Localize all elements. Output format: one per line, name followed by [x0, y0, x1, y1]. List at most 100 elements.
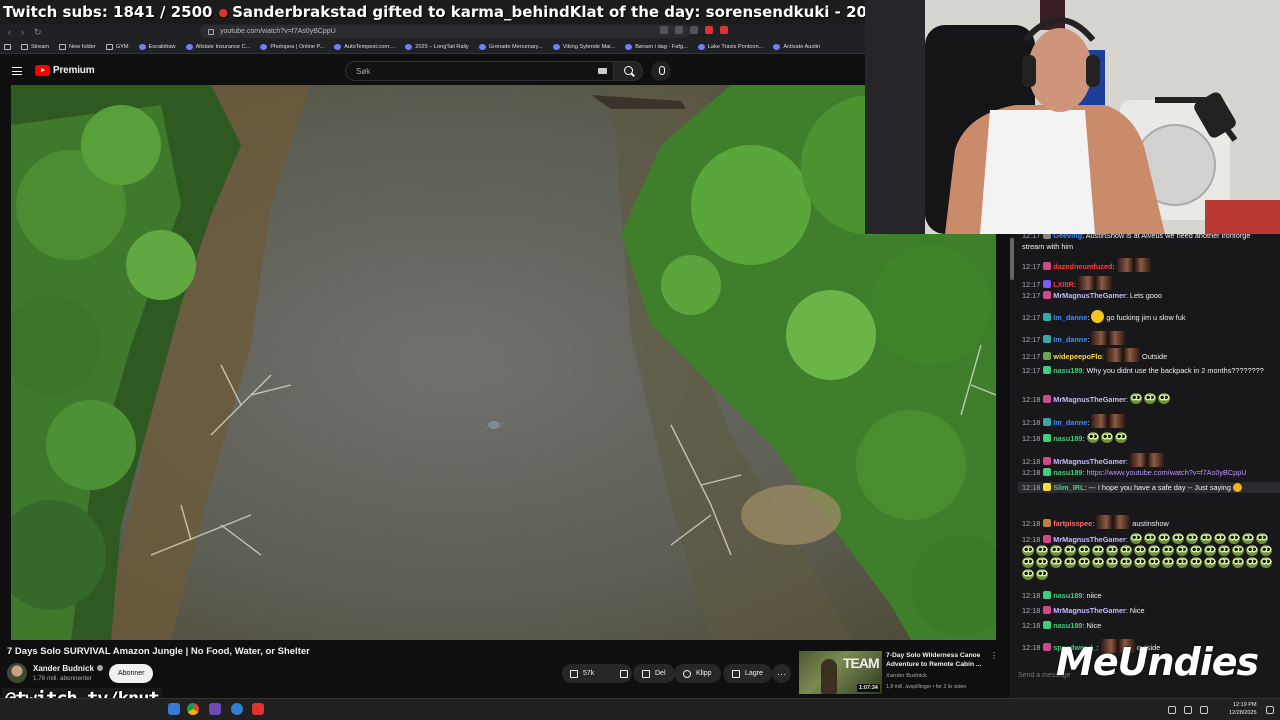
clock-date[interactable]: 12/28/2025: [1229, 710, 1257, 716]
goblin-emote-icon: [1199, 533, 1212, 544]
chat-username[interactable]: MrMagnusTheGamer: [1053, 395, 1126, 404]
volume-icon[interactable]: [1200, 706, 1208, 714]
reload-icon[interactable]: ↻: [34, 27, 42, 38]
bookmark-item[interactable]: Allstate Insurance C...: [185, 43, 250, 50]
chat-message: 12:17 LXIIIR:: [1022, 276, 1274, 290]
goblin-emote-icon: [1190, 545, 1202, 556]
chat-username[interactable]: nasu189: [1053, 434, 1082, 443]
chat-username[interactable]: nasu189: [1053, 366, 1082, 375]
star-icon[interactable]: [690, 26, 698, 34]
chat-username[interactable]: MrMagnusTheGamer: [1053, 291, 1126, 300]
video-player[interactable]: [11, 85, 996, 640]
chat-username[interactable]: Im_danne: [1053, 313, 1087, 322]
chevron-up-icon[interactable]: [1168, 706, 1176, 714]
goblin-emote-icon: [1106, 545, 1118, 556]
recommended-video-title[interactable]: 7-Day Solo Wilderness Canoe Adventure to…: [886, 651, 986, 669]
bookmark-label: Grenade Mercenary...: [488, 43, 543, 50]
more-actions-button[interactable]: ···: [772, 664, 791, 683]
clip-button[interactable]: Klipp: [674, 664, 721, 683]
chat-username[interactable]: dazedneumfuzed: [1053, 262, 1112, 271]
keyboard-icon[interactable]: [598, 68, 607, 74]
chat-username[interactable]: widepeepoFlo: [1053, 352, 1102, 361]
recommended-more-icon[interactable]: ⋮: [990, 651, 998, 660]
discord-icon[interactable]: [209, 703, 221, 715]
save-button[interactable]: Lagre: [723, 664, 772, 683]
youtube-extension-icon[interactable]: [720, 26, 728, 34]
chat-timestamp: 12:18: [1022, 395, 1041, 404]
file-explorer-icon[interactable]: [168, 703, 180, 715]
notification-icon[interactable]: [1266, 706, 1274, 714]
chat-message: 12:17 nasu189: Why you didnt use the back…: [1022, 366, 1264, 375]
share-button[interactable]: Del: [633, 664, 675, 683]
chat-username[interactable]: nasu189: [1053, 591, 1082, 600]
recommended-video-thumbnail[interactable]: TEAM 1:07:34: [799, 651, 882, 694]
voice-search-button[interactable]: [651, 61, 671, 81]
bookmark-item[interactable]: 2025 – LongTail Rally: [405, 43, 469, 50]
bookmark-item[interactable]: Activate Austin: [773, 43, 820, 50]
chat-username[interactable]: MrMagnusTheGamer: [1053, 457, 1126, 466]
apps-icon[interactable]: [4, 43, 11, 50]
chat-username[interactable]: fartpisspee: [1053, 519, 1092, 528]
cast-icon[interactable]: [660, 26, 668, 34]
chat-username[interactable]: Im_danne: [1053, 335, 1087, 344]
search-button[interactable]: [613, 61, 643, 81]
recommended-channel[interactable]: Xander Budnick: [886, 673, 927, 679]
bookmark-item[interactable]: Stream: [21, 43, 49, 50]
channel-name[interactable]: Xander Budnick: [33, 664, 103, 673]
bookmark-item[interactable]: Lake Travis Pontoon...: [697, 43, 763, 50]
bookmark-item[interactable]: Photopea | Online P...: [260, 43, 324, 50]
bookmark-item[interactable]: AutoTempest.com:...: [334, 43, 395, 50]
bookmark-item[interactable]: GYM: [105, 43, 129, 50]
favicon-icon: [697, 43, 705, 50]
bookmark-icon: [732, 669, 740, 678]
site-info-icon[interactable]: [208, 28, 214, 35]
chat-username[interactable]: Geeving: [1053, 234, 1082, 240]
like-button[interactable]: 57k: [562, 664, 602, 683]
grid-icon: [4, 43, 11, 50]
chat-message: 12:17 Geeving: AustinShow is at Alveus we…: [1022, 234, 1274, 252]
search-input[interactable]: Søk: [345, 61, 617, 81]
chat-timestamp: 12:18: [1022, 519, 1041, 528]
chat-username[interactable]: nasu189: [1053, 468, 1082, 477]
thumbs-down-icon: [620, 669, 629, 678]
forward-icon[interactable]: ›: [21, 27, 24, 38]
share-icon: [642, 669, 650, 678]
hamburger-menu-icon[interactable]: [12, 67, 22, 75]
bookmark-item[interactable]: Viking Sytende Mai...: [552, 43, 615, 50]
shield-extension-icon[interactable]: [705, 26, 713, 34]
goblin-emote-icon: [1218, 545, 1230, 556]
goblin-emote-icon: [1050, 545, 1062, 556]
emote-icon: [1091, 414, 1126, 428]
obs-icon[interactable]: [252, 703, 264, 715]
twitch-chat: 12:17 Geeving: AustinShow is at Alveus we…: [1010, 234, 1280, 698]
channel-avatar[interactable]: [7, 663, 27, 683]
chat-username[interactable]: MrMagnusTheGamer: [1053, 606, 1126, 615]
chat-username[interactable]: nasu189: [1053, 621, 1082, 630]
goblin-emote-icon: [1078, 557, 1090, 568]
bookmark-item[interactable]: Grenade Mercenary...: [478, 43, 543, 50]
youtube-premium-logo[interactable]: Premium: [35, 65, 95, 76]
goblin-emote-icon: [1100, 432, 1113, 443]
chat-username[interactable]: Slim_IRL: [1053, 483, 1084, 492]
chat-message: 12:17 MrMagnusTheGamer: Lets gooo: [1022, 291, 1162, 300]
bookmark-item[interactable]: Excalidraw: [138, 43, 176, 50]
chat-username[interactable]: MrMagnusTheGamer: [1053, 535, 1126, 544]
channel-name-text[interactable]: Xander Budnick: [33, 664, 94, 673]
chat-link[interactable]: https://www.youtube.com/watch?v=f7As0yBC…: [1087, 468, 1247, 477]
edge-icon[interactable]: [231, 703, 243, 715]
chrome-icon[interactable]: [187, 703, 199, 715]
subscribe-button[interactable]: Abonner: [109, 664, 154, 683]
chat-scrollbar[interactable]: [1010, 238, 1014, 280]
back-icon[interactable]: ‹: [8, 27, 11, 38]
bookmark-item[interactable]: New folder: [59, 43, 96, 50]
clock-time[interactable]: 12:19 PM: [1233, 702, 1257, 708]
thumbnail-text: TEAM: [843, 655, 880, 671]
chat-username[interactable]: Im_danne: [1053, 418, 1087, 427]
chat-message: 12:18 MrMagnusTheGamer: Nice: [1022, 606, 1145, 615]
bookmark-item[interactable]: Børsen i dag - Fafg...: [625, 43, 688, 50]
address-bar[interactable]: youtube.com/watch?v=f7As0yBCppU: [200, 25, 690, 38]
chat-username[interactable]: LXIIIR: [1053, 280, 1074, 289]
chat-badge-icon: [1043, 457, 1052, 465]
wifi-icon[interactable]: [1184, 706, 1192, 714]
extension-icon[interactable]: [675, 26, 683, 34]
